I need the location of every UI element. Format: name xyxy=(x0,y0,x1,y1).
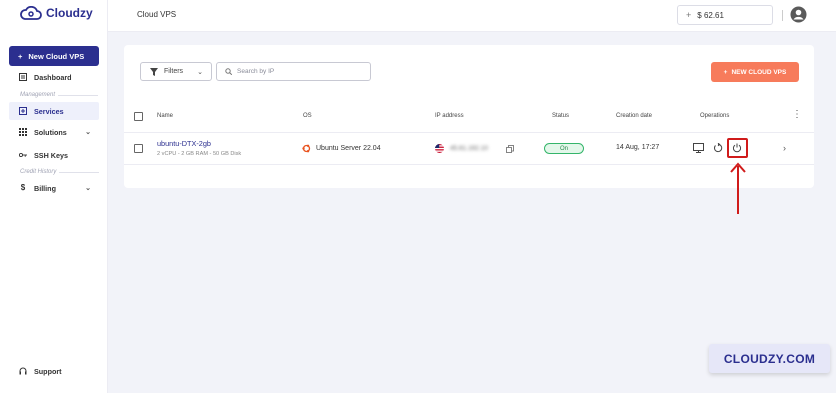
sidebar-item-label: Support xyxy=(34,366,62,376)
vm-spec: 2 vCPU - 2 GB RAM - 50 GB Disk xyxy=(157,151,242,157)
plus-icon: + xyxy=(18,51,23,61)
sidebar-item-dashboard[interactable]: Dashboard xyxy=(9,68,99,86)
section-label-credit-history: Credit History xyxy=(20,169,99,175)
brand-logo[interactable]: Cloudzy xyxy=(20,6,93,20)
column-header-status: Status xyxy=(552,113,570,119)
annotation-arrow-icon xyxy=(730,162,746,214)
filters-button[interactable]: Filters ⌄ xyxy=(140,62,212,81)
creation-date: 14 Aug, 17:27 xyxy=(616,144,660,151)
filter-icon xyxy=(150,67,158,76)
dollar-icon: $ xyxy=(20,183,26,192)
add-funds-icon: + xyxy=(686,10,692,20)
dashboard-icon xyxy=(19,73,27,81)
watermark: CLOUDZY.COM xyxy=(709,344,830,373)
more-options-icon[interactable]: ⋮ xyxy=(792,110,802,120)
chevron-right-icon[interactable]: › xyxy=(783,144,786,153)
sidebar-item-billing[interactable]: $ Billing ⌄ xyxy=(9,179,99,197)
column-header-ip: IP address xyxy=(435,113,464,119)
column-header-operations: Operations xyxy=(700,113,730,119)
row-divider xyxy=(124,164,814,165)
services-icon xyxy=(19,107,27,115)
column-header-creation-date: Creation date xyxy=(616,113,653,119)
brand-name: Cloudzy xyxy=(46,6,93,20)
search-icon xyxy=(225,68,232,75)
services-card: Filters ⌄ + NEW CLOUD VPS Name OS IP add… xyxy=(124,45,814,188)
ip-address: 45.61.192.10 xyxy=(450,145,488,152)
reboot-icon[interactable] xyxy=(712,142,724,154)
plus-icon: + xyxy=(723,68,728,76)
ip-cell: 45.61.192.10 xyxy=(435,144,514,153)
row-checkbox[interactable] xyxy=(134,144,143,153)
new-cloud-vps-button[interactable]: + New Cloud VPS xyxy=(9,46,99,66)
sidebar-item-label: Services xyxy=(34,106,64,116)
sidebar: Cloudzy + New Cloud VPS Dashboard Manage… xyxy=(0,0,108,393)
header-divider xyxy=(782,10,783,21)
sidebar-item-label: Billing xyxy=(34,183,56,193)
sidebar-item-support[interactable]: Support xyxy=(9,362,99,380)
copy-icon[interactable] xyxy=(506,144,514,153)
page-title: Cloud VPS xyxy=(137,10,177,19)
cloud-logo-icon xyxy=(20,6,42,20)
os-cell: Ubuntu Server 22.04 xyxy=(302,144,381,153)
vm-name-link[interactable]: ubuntu-DTX-2gb xyxy=(157,139,211,148)
column-header-name: Name xyxy=(157,113,174,119)
sidebar-item-services[interactable]: Services xyxy=(9,102,99,120)
sidebar-item-label: Solutions xyxy=(34,127,67,137)
key-icon xyxy=(19,151,27,159)
balance-button[interactable]: + $ 62.61 xyxy=(677,5,773,25)
ubuntu-icon xyxy=(302,144,311,153)
chevron-down-icon: ⌄ xyxy=(197,68,203,76)
chevron-down-icon: ⌄ xyxy=(85,129,91,136)
sidebar-item-solutions[interactable]: Solutions ⌄ xyxy=(9,123,99,141)
grid-icon xyxy=(19,128,27,136)
headset-icon xyxy=(19,367,27,375)
sidebar-item-label: SSH Keys xyxy=(34,150,68,160)
column-header-os: OS xyxy=(303,113,312,119)
search-box[interactable] xyxy=(216,62,371,81)
filters-label: Filters xyxy=(164,68,184,75)
annotation-highlight-box xyxy=(727,138,748,158)
balance-amount: $ 62.61 xyxy=(697,10,724,20)
new-cloud-vps-button[interactable]: + NEW CLOUD VPS xyxy=(711,62,799,82)
new-cloud-vps-label: NEW CLOUD VPS xyxy=(731,68,787,76)
user-avatar-icon[interactable] xyxy=(790,6,807,23)
console-icon[interactable] xyxy=(692,142,704,154)
top-header: Cloud VPS + $ 62.61 xyxy=(108,0,836,32)
new-cloud-vps-label: New Cloud VPS xyxy=(28,51,85,61)
os-name: Ubuntu Server 22.04 xyxy=(316,145,381,152)
chevron-down-icon: ⌄ xyxy=(85,185,91,192)
row-divider xyxy=(124,132,814,133)
sidebar-item-ssh-keys[interactable]: SSH Keys xyxy=(9,146,99,164)
search-input[interactable] xyxy=(237,68,357,75)
us-flag-icon xyxy=(435,144,444,153)
select-all-checkbox[interactable] xyxy=(134,112,143,121)
sidebar-item-label: Dashboard xyxy=(34,72,72,82)
section-label-management: Management xyxy=(20,92,98,98)
status-badge: On xyxy=(544,143,584,154)
